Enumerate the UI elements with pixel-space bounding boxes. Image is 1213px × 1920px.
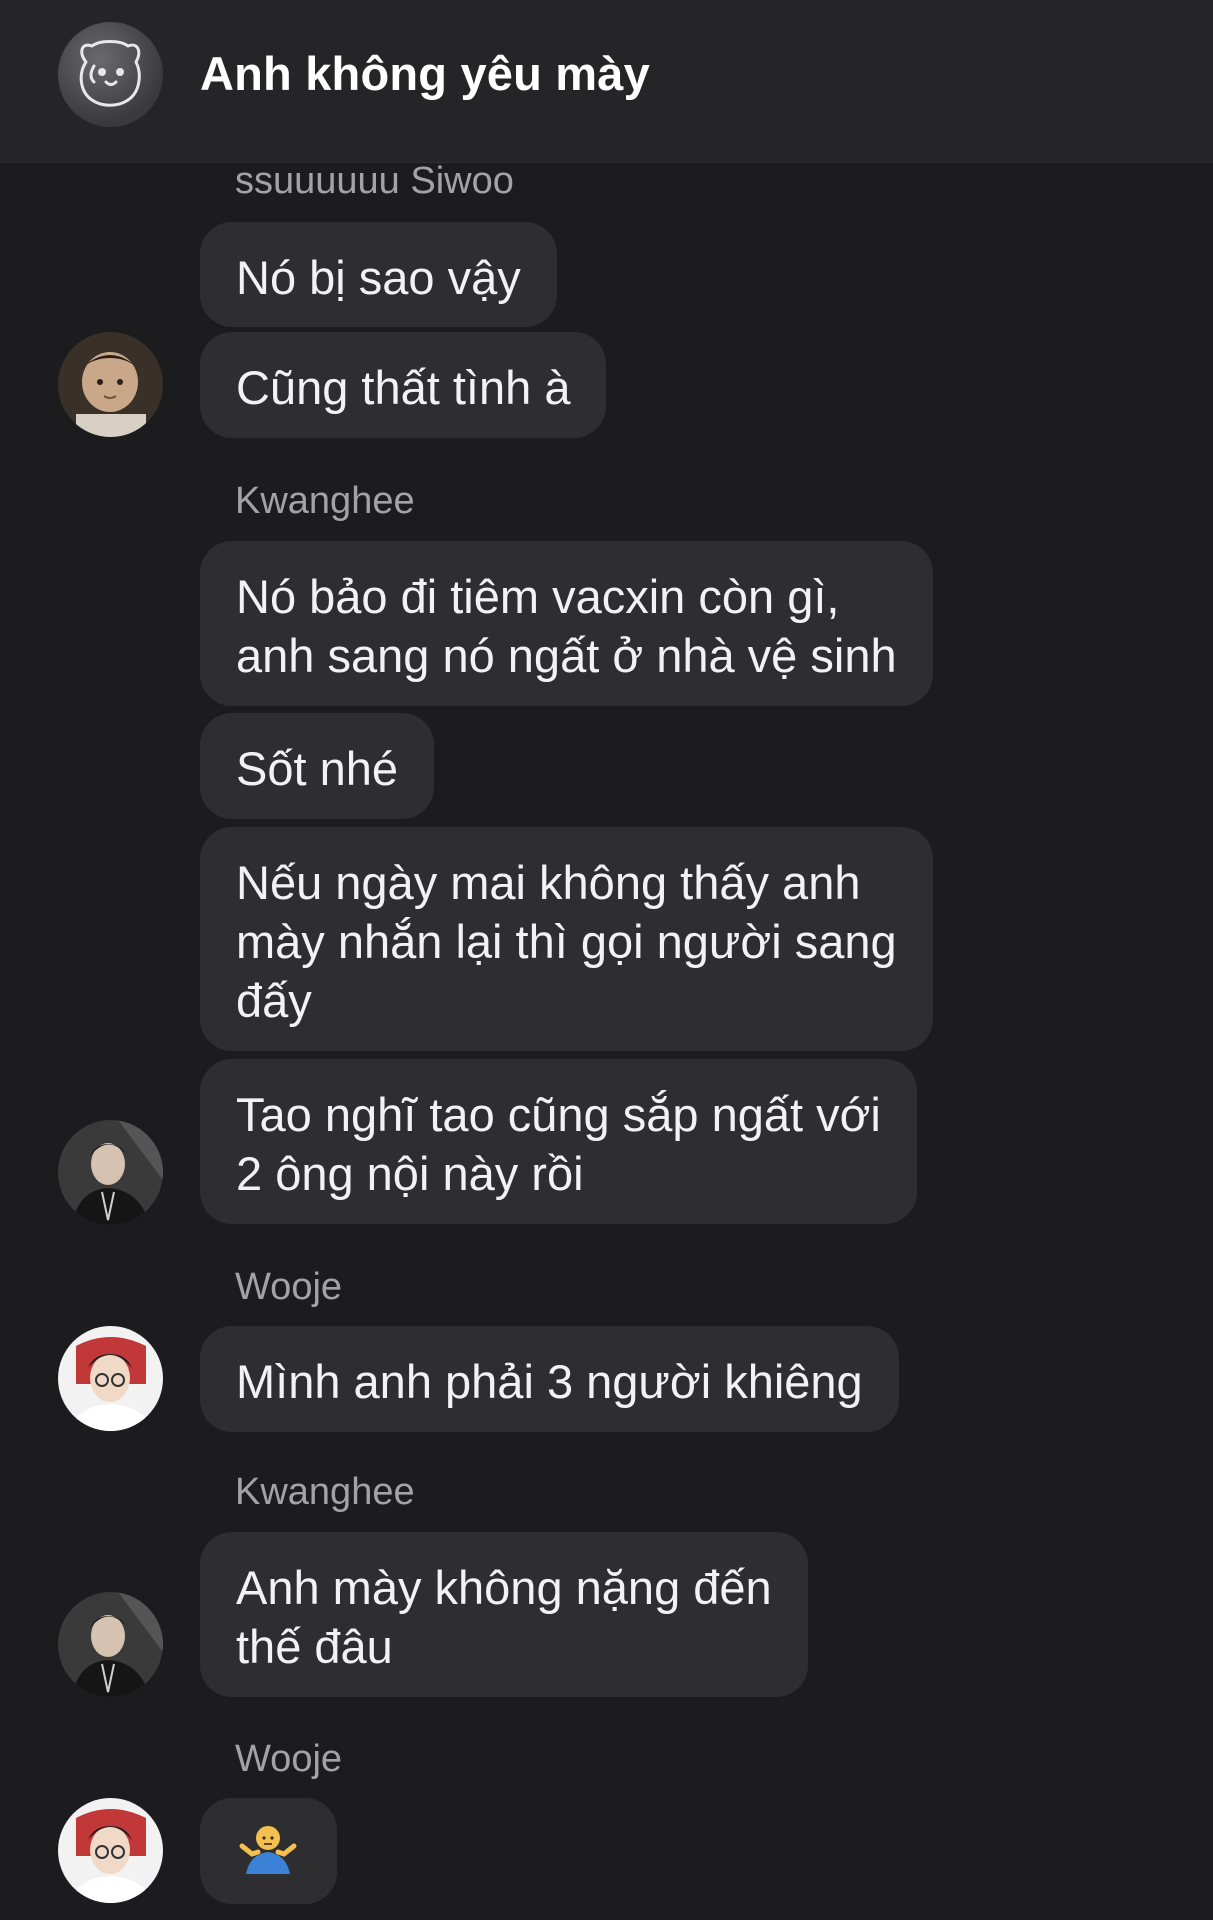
message-bubble[interactable]: Cũng thất tình à [200, 332, 607, 438]
sender-avatar[interactable] [58, 1326, 163, 1431]
man-dark-jacket-avatar [58, 1120, 163, 1225]
sender-avatar[interactable] [58, 1798, 163, 1903]
message-text: Mình anh phải 3 người khiêng [236, 1355, 863, 1408]
sender-name: Kwanghee [235, 1471, 415, 1513]
message-bubble[interactable]: Nếu ngày mai không thấy anh mày nhắn lại… [200, 827, 933, 1051]
sender-name: Wooje [235, 1266, 343, 1308]
message-bubble[interactable]: Nó bị sao vậy [200, 222, 557, 327]
message-bubble[interactable]: Sốt nhé [200, 713, 435, 819]
message-text: Cũng thất tình à [236, 361, 571, 414]
message-text: Tao nghĩ tao cũng sắp ngất với [236, 1088, 881, 1141]
sender-name: ssuuuuuu Siwoo [235, 160, 514, 202]
bear-face-icon [79, 40, 141, 107]
message-text: Nó bảo đi tiêm vacxin còn gì, [236, 570, 840, 623]
message-text: Nếu ngày mai không thấy anh [236, 856, 861, 909]
message-text: thế đâu [236, 1620, 393, 1673]
man-shrugging-emoji [239, 1826, 297, 1874]
message-text: anh sang nó ngất ở nhà vệ sinh [236, 629, 897, 682]
sender-avatar[interactable] [58, 1120, 163, 1225]
message-text: Sốt nhé [236, 742, 399, 795]
sender-name: Wooje [235, 1738, 343, 1780]
gamer-chair-avatar [58, 1798, 163, 1903]
man-dark-jacket-avatar [58, 1592, 163, 1697]
message-text: 2 ông nội này rồi [236, 1147, 584, 1200]
chat-title[interactable]: Anh không yêu mày [200, 46, 650, 101]
message-bubble[interactable]: Anh mày không nặng đến thế đâu [200, 1532, 808, 1697]
message-text: đấy [236, 974, 312, 1027]
message-bubble[interactable]: Nó bảo đi tiêm vacxin còn gì, anh sang n… [200, 541, 933, 706]
message-bubble[interactable]: Tao nghĩ tao cũng sắp ngất với 2 ông nội… [200, 1059, 917, 1224]
gamer-chair-avatar [58, 1326, 163, 1431]
message-text: Nó bị sao vậy [236, 251, 521, 304]
message-text: mày nhắn lại thì gọi người sang [236, 915, 897, 968]
sender-name: Kwanghee [235, 480, 415, 522]
chat-header: Anh không yêu mày [0, 0, 1213, 163]
message-text: Anh mày không nặng đến [236, 1561, 772, 1614]
sender-avatar[interactable] [58, 1592, 163, 1697]
baby-photo-avatar [58, 332, 163, 437]
message-bubble[interactable] [200, 1798, 337, 1904]
message-bubble[interactable]: Mình anh phải 3 người khiêng [200, 1326, 899, 1432]
group-avatar[interactable] [58, 22, 163, 127]
sender-avatar[interactable] [58, 332, 163, 437]
